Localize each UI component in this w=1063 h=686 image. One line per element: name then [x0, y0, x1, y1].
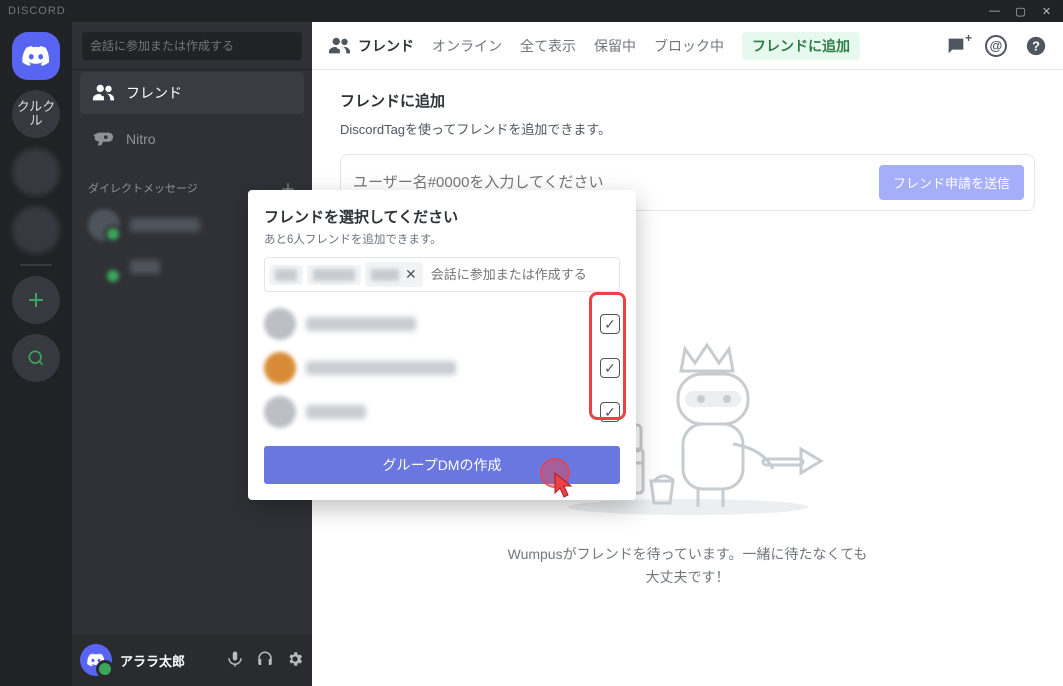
self-avatar[interactable]	[80, 644, 112, 676]
topbar: フレンド オンライン 全て表示 保留中 ブロック中 フレンドに追加 + @ ?	[312, 22, 1063, 70]
avatar	[264, 308, 296, 340]
plus-icon	[26, 290, 46, 310]
deafen-button[interactable]	[256, 650, 274, 671]
friend-name	[306, 405, 366, 419]
friend-search-input[interactable]	[427, 263, 615, 286]
server-guild-1[interactable]: クルクル	[12, 90, 60, 138]
friend-checkbox[interactable]	[600, 358, 620, 378]
mic-icon	[226, 650, 244, 668]
create-group-dm-button[interactable]: グループDMの作成	[264, 446, 620, 484]
server-column: クルクル	[0, 22, 72, 686]
page-title: フレンド	[328, 35, 414, 57]
dm-username	[130, 218, 200, 232]
tab-blocked[interactable]: ブロック中	[654, 36, 724, 56]
window-maximize[interactable]: ▢	[1015, 5, 1027, 17]
gear-icon	[286, 650, 304, 668]
at-icon: @	[985, 35, 1007, 57]
selected-chip[interactable]	[269, 265, 303, 285]
tab-online[interactable]: オンライン	[432, 36, 502, 56]
find-conversation-input[interactable]	[82, 32, 302, 60]
window-minimize[interactable]: —	[989, 5, 1001, 17]
friend-checkbox[interactable]	[600, 402, 620, 422]
avatar	[264, 396, 296, 428]
user-panel: アララ太郎	[72, 634, 312, 686]
add-friend-heading: フレンドに追加	[340, 90, 1035, 111]
mentions-button[interactable]: @	[985, 35, 1007, 57]
avatar	[264, 352, 296, 384]
tab-add-friend[interactable]: フレンドに追加	[742, 32, 860, 60]
sidebar-item-friends[interactable]: フレンド	[80, 72, 304, 114]
window-close[interactable]: ✕	[1041, 5, 1053, 17]
send-friend-request-button[interactable]: フレンド申請を送信	[879, 165, 1024, 200]
add-friend-desc: DiscordTagを使ってフレンドを追加できます。	[340, 119, 1035, 138]
server-guild-2[interactable]	[12, 148, 60, 196]
nitro-icon	[92, 128, 114, 150]
avatar	[88, 209, 120, 241]
explore-servers-button[interactable]	[12, 334, 60, 382]
friend-checkbox[interactable]	[600, 314, 620, 334]
chat-plus-icon	[945, 35, 967, 57]
select-friends-popover: フレンドを選択してください あと6人フレンドを追加できます。 ✕	[248, 190, 636, 500]
discord-logo-icon	[87, 653, 105, 667]
discord-logo-icon	[22, 46, 50, 66]
compass-icon	[26, 348, 46, 368]
selected-friends-field[interactable]: ✕	[264, 257, 620, 292]
friends-icon	[328, 35, 350, 57]
add-server-button[interactable]	[12, 276, 60, 324]
app-name: DISCORD	[8, 5, 66, 17]
headphones-icon	[256, 650, 274, 668]
svg-text:?: ?	[1032, 38, 1040, 53]
self-username: アララ太郎	[120, 651, 218, 670]
new-group-dm-button[interactable]: +	[945, 35, 967, 57]
avatar	[88, 251, 120, 283]
popover-subtitle: あと6人フレンドを追加できます。	[264, 231, 620, 247]
friend-row[interactable]	[248, 390, 636, 434]
user-settings-button[interactable]	[286, 650, 304, 671]
sidebar-friends-label: フレンド	[126, 83, 182, 103]
tab-pending[interactable]: 保留中	[594, 36, 636, 56]
server-divider	[20, 264, 52, 266]
friend-list	[248, 302, 636, 434]
selected-chip[interactable]: ✕	[365, 262, 423, 287]
friend-name	[306, 317, 416, 331]
mute-mic-button[interactable]	[226, 650, 244, 671]
home-button[interactable]	[12, 32, 60, 80]
friend-row[interactable]	[248, 302, 636, 346]
dm-section-header: ダイレクトメッセージ	[88, 180, 198, 196]
sidebar-item-nitro[interactable]: Nitro	[80, 118, 304, 160]
selected-chip[interactable]	[307, 265, 361, 285]
wumpus-caption: Wumpusがフレンドを待っています。一緒に待たなくても大丈夫です！	[508, 543, 868, 588]
help-button[interactable]: ?	[1025, 35, 1047, 57]
chip-remove-icon[interactable]: ✕	[405, 266, 417, 283]
dm-username	[130, 260, 160, 274]
popover-title: フレンドを選択してください	[264, 206, 620, 227]
friend-row[interactable]	[248, 346, 636, 390]
tab-all[interactable]: 全て表示	[520, 36, 576, 56]
friends-icon	[92, 82, 114, 104]
server-guild-3[interactable]	[12, 206, 60, 254]
sidebar-nitro-label: Nitro	[126, 131, 156, 147]
help-icon: ?	[1025, 35, 1047, 57]
friend-name	[306, 361, 456, 375]
